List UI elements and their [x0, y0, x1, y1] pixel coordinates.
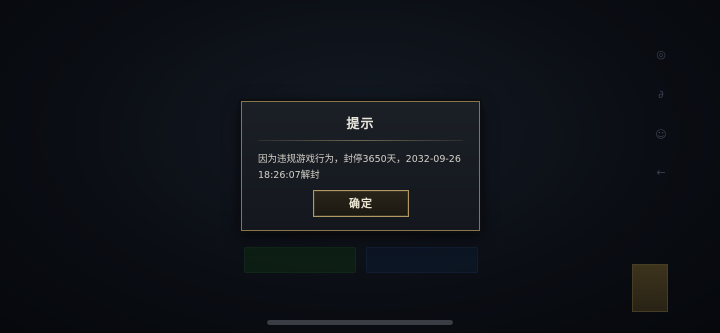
confirm-button[interactable]: 确定	[313, 190, 409, 217]
qq-login-button[interactable]	[366, 247, 478, 273]
settings-icon[interactable]: ◎	[654, 48, 668, 62]
character-avatar[interactable]	[632, 264, 668, 312]
home-indicator[interactable]	[267, 320, 453, 325]
wechat-login-button[interactable]	[244, 247, 356, 273]
ban-message: 因为违规游戏行为，封停3650天，2032-09-26 18:26:07解封	[258, 154, 461, 181]
link-icon[interactable]: ∂	[654, 88, 668, 102]
profile-icon[interactable]: ☺	[654, 128, 668, 142]
notice-modal: 提示 因为违规游戏行为，封停3650天，2032-09-26 18:26:07解…	[241, 101, 480, 231]
back-icon[interactable]: ←	[654, 166, 668, 180]
game-logo	[46, 10, 132, 36]
modal-title: 提示	[346, 117, 375, 132]
modal-divider	[258, 140, 463, 141]
